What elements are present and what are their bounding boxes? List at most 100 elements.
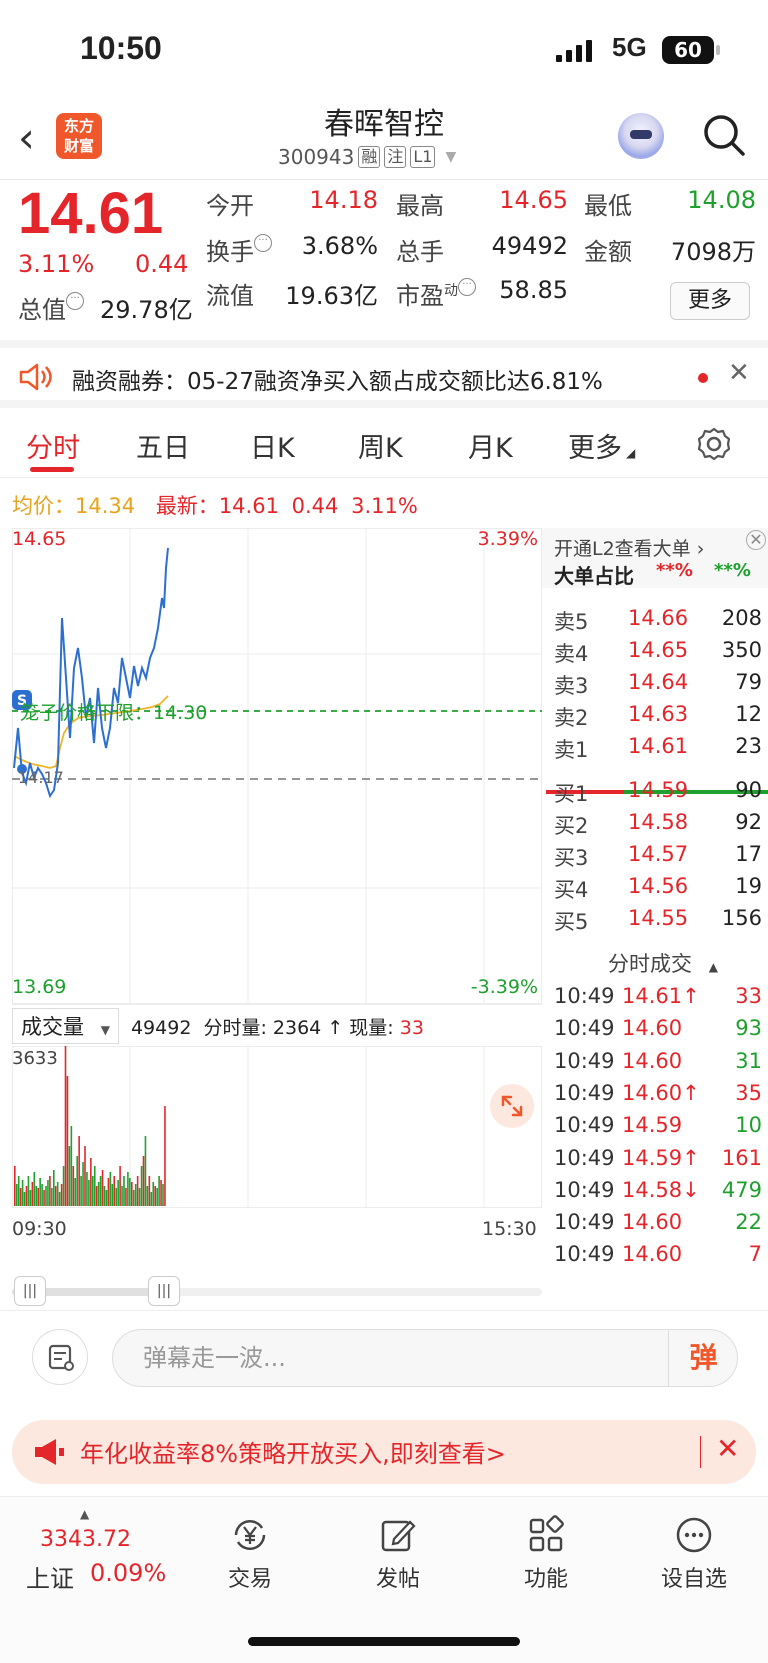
more-dots-icon — [676, 1517, 712, 1553]
robot-avatar-icon[interactable] — [618, 113, 664, 159]
tag-registration: 注 — [384, 146, 407, 168]
volume-bar — [78, 1136, 80, 1206]
search-icon[interactable] — [702, 113, 746, 157]
nav-post[interactable]: 发帖 — [338, 1515, 458, 1593]
volume-bar — [109, 1172, 112, 1206]
float-value-label: 流值 — [206, 282, 254, 310]
tab-more[interactable]: 更多 ◢ — [568, 426, 635, 465]
volume-bar — [152, 1182, 155, 1206]
tab-intraday[interactable]: 分时 — [26, 426, 80, 465]
volume-bar — [23, 1192, 26, 1206]
scroll-handle-left[interactable]: ||| — [14, 1276, 46, 1306]
ask-row[interactable]: 卖1 14.61 23 — [542, 734, 762, 762]
index-name: 上证 — [26, 1565, 74, 1593]
danmu-send-button[interactable]: 弹 — [668, 1329, 738, 1387]
index-quote[interactable]: ▲ 3343.72 上证 0.09% — [0, 1497, 170, 1607]
ask-volume: 350 — [721, 638, 762, 662]
volume-selector[interactable]: 成交量 ▼ — [12, 1008, 119, 1044]
volume-bar — [29, 1190, 32, 1206]
ask-row[interactable]: 卖2 14.63 12 — [542, 702, 762, 730]
volume-bar — [58, 1192, 61, 1206]
volume-bar — [113, 1176, 116, 1206]
volume-bar — [117, 1180, 119, 1206]
bid-volume: 19 — [735, 874, 762, 898]
nav-watchlist[interactable]: 设自选 — [634, 1515, 754, 1593]
info-icon[interactable]: ··· — [254, 234, 272, 252]
nav-post-label: 发帖 — [375, 1567, 420, 1592]
chart-tabs: 分时 五日 日K 周K 月K 更多 ◢ — [0, 408, 768, 478]
current-price: 14.61 — [18, 181, 164, 246]
l2-promo[interactable]: 开通L2查看大单 › ✕ 大单占比 **% **% — [542, 528, 768, 588]
volume-max-label: 3633 — [12, 1048, 58, 1069]
tab-weekly-k[interactable]: 周K — [358, 426, 403, 465]
pe-label: 市盈动 ··· — [396, 276, 476, 311]
chart-scrollbar[interactable]: ||| ||| — [12, 1276, 542, 1306]
bid-row[interactable]: 买5 14.55 156 — [542, 906, 762, 934]
volume-bar — [64, 1046, 67, 1206]
volume-bar — [99, 1176, 102, 1206]
gear-icon[interactable] — [696, 426, 732, 462]
bid-row[interactable]: 买2 14.58 92 — [542, 810, 762, 838]
volume-bar — [76, 1156, 78, 1206]
open-value: 14.18 — [309, 186, 378, 214]
ask-price: 14.66 — [628, 606, 689, 630]
pe-sup: 动 — [444, 283, 458, 299]
unread-dot — [698, 373, 708, 383]
volume-bar — [105, 1190, 108, 1206]
trades-title[interactable]: 分时成交 ▲ — [608, 948, 718, 978]
volume-bar — [150, 1192, 153, 1206]
index-value: 3343.72 — [40, 1527, 131, 1552]
close-icon[interactable]: ✕ — [728, 358, 750, 388]
volume-bar — [131, 1182, 133, 1206]
index-pct: 0.09% — [90, 1559, 167, 1587]
close-icon[interactable]: ✕ — [746, 530, 766, 550]
ask-row[interactable]: 卖4 14.65 350 — [542, 638, 762, 666]
bid-row[interactable]: 买1 14.59 90 — [542, 778, 762, 806]
volume-bar — [142, 1156, 145, 1206]
more-button[interactable]: 更多 — [670, 282, 750, 320]
top-price-label: 14.65 — [12, 528, 67, 550]
ask-volume: 208 — [721, 606, 762, 630]
info-icon[interactable]: ··· — [66, 292, 84, 310]
tab-five-day[interactable]: 五日 — [136, 426, 190, 465]
nav-trade-label: 交易 — [227, 1567, 272, 1592]
nav-trade[interactable]: 交易 — [190, 1515, 310, 1593]
home-indicator — [248, 1637, 520, 1646]
stock-header: ‹ 东方 财富 春晖智控 300943 融 注 L1 ▼ — [0, 95, 768, 180]
trade-time: 10:49 — [554, 984, 615, 1008]
scroll-handle-right[interactable]: ||| — [148, 1276, 180, 1306]
ask-label: 卖1 — [554, 738, 589, 762]
bid-volume: 156 — [721, 906, 762, 930]
volume-bar — [148, 1176, 151, 1206]
bid-row[interactable]: 买4 14.56 19 — [542, 874, 762, 902]
volume-bar — [146, 1186, 149, 1206]
volume-bar — [14, 1166, 16, 1206]
tab-monthly-k[interactable]: 月K — [468, 426, 513, 465]
volume-bar — [54, 1186, 57, 1206]
banner-divider — [700, 1436, 701, 1468]
volume-bar — [90, 1158, 92, 1206]
stock-code-row[interactable]: 300943 融 注 L1 ▼ — [278, 145, 456, 169]
comment-list-icon[interactable] — [32, 1329, 88, 1385]
expand-icon[interactable] — [490, 1084, 534, 1128]
volume-bar — [119, 1166, 121, 1206]
bid-row[interactable]: 买3 14.57 17 — [542, 842, 762, 870]
price-chart-svg[interactable]: S — [12, 528, 542, 1028]
close-icon[interactable]: ✕ — [716, 1432, 739, 1465]
nav-watchlist-label: 设自选 — [660, 1567, 727, 1592]
nav-functions[interactable]: 功能 — [486, 1515, 606, 1593]
bid-volume: 90 — [735, 778, 762, 802]
bid-label: 买4 — [554, 878, 589, 902]
danmu-input[interactable]: 弹幕走一波... — [112, 1329, 738, 1387]
tab-daily-k[interactable]: 日K — [250, 426, 295, 465]
change-amount: 0.44 — [135, 250, 189, 278]
margin-notice[interactable]: 融资融券：05-27融资净买入额占成交额比达6.81% ✕ — [0, 340, 768, 408]
signal-icon — [556, 40, 592, 62]
promo-banner[interactable]: 年化收益率8%策略开放买入,即刻查看> ✕ — [12, 1420, 756, 1484]
ask-volume: 12 — [735, 702, 762, 726]
volume-chart-svg[interactable] — [12, 1046, 542, 1208]
trade-row: 10:49 14.60 93 — [542, 1016, 762, 1044]
info-icon[interactable]: ··· — [458, 278, 476, 296]
ask-row[interactable]: 卖3 14.64 79 — [542, 670, 762, 698]
ask-row[interactable]: 卖5 14.66 208 — [542, 606, 762, 634]
